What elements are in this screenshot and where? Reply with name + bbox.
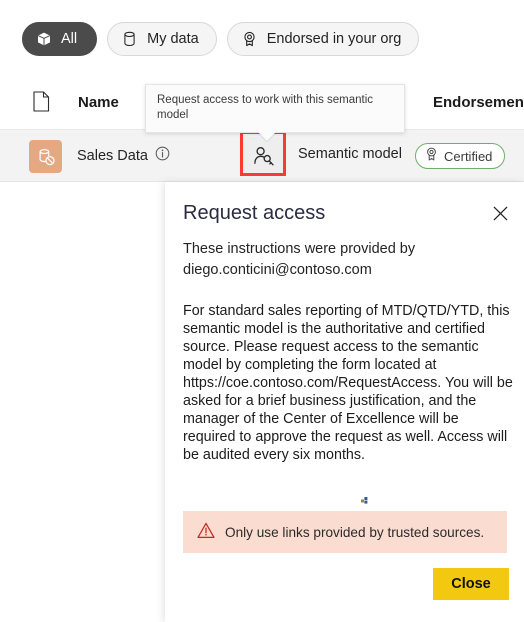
row-type-label: Semantic model: [298, 146, 402, 162]
semantic-model-restricted-icon: [29, 140, 62, 173]
instructions-body: For standard sales reporting of MTD/QTD/…: [183, 303, 517, 463]
filter-pill-my-data-label: My data: [147, 30, 199, 47]
database-icon: [121, 31, 138, 48]
request-access-panel: Request access These instructions were p…: [165, 182, 524, 622]
close-button[interactable]: Close: [433, 568, 509, 600]
resize-handle-icon[interactable]: [361, 492, 369, 504]
trusted-sources-warning: Only use links provided by trusted sourc…: [183, 511, 507, 553]
filter-pill-endorsed[interactable]: Endorsed in your org: [226, 22, 420, 56]
row-name-cell[interactable]: Sales Data: [77, 146, 170, 165]
page-title: Request access: [183, 202, 326, 224]
warning-triangle-icon: [197, 522, 215, 542]
file-icon: [33, 91, 50, 116]
filter-pill-all-label: All: [61, 30, 78, 47]
filter-pill-all[interactable]: All: [22, 22, 98, 56]
cube-icon: [35, 31, 52, 48]
tooltip-text: Request access to work with this semanti…: [157, 94, 374, 121]
filter-pill-endorsed-label: Endorsed in your org: [266, 30, 402, 47]
filter-pill-my-data[interactable]: My data: [107, 22, 217, 56]
certified-badge-icon: [425, 147, 438, 165]
close-icon[interactable]: [487, 200, 513, 226]
status-badge-certified[interactable]: Certified: [415, 143, 506, 169]
instructions-provider: These instructions were provided by dieg…: [183, 241, 416, 279]
row-name-label: Sales Data: [77, 147, 148, 164]
endorsement-badge-icon: [241, 31, 258, 48]
tooltip: Request access to work with this semanti…: [145, 84, 405, 141]
info-icon[interactable]: [155, 146, 170, 165]
status-badge-label: Certified: [444, 148, 493, 164]
filter-pill-bar: All My data Endorsed in your org: [0, 0, 524, 78]
request-access-person-key-icon[interactable]: [243, 137, 283, 176]
app-root: All My data Endorsed in your org Name En…: [0, 0, 524, 622]
warning-text: Only use links provided by trusted sourc…: [225, 524, 485, 540]
column-header-endorsement[interactable]: Endorsement: [433, 94, 524, 111]
column-header-name[interactable]: Name: [78, 94, 119, 111]
tooltip-arrow: [258, 131, 276, 141]
